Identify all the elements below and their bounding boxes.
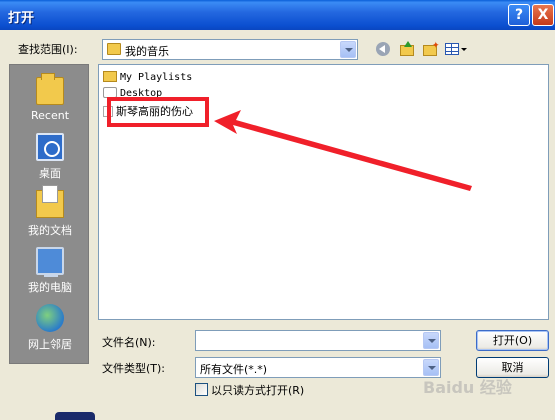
taskbar-strip: [0, 410, 555, 420]
open-button[interactable]: 打开(O): [476, 330, 549, 351]
chevron-down-icon[interactable]: [423, 332, 439, 349]
filename-label: 文件名(N):: [102, 336, 156, 349]
readonly-checkbox[interactable]: [195, 383, 208, 396]
filetype-select[interactable]: 所有文件(*.*): [195, 357, 441, 378]
filetype-label: 文件类型(T):: [102, 362, 166, 375]
filetype-value: 所有文件(*.*): [200, 363, 268, 376]
readonly-label: 以只读方式打开(R): [211, 384, 305, 397]
filename-input[interactable]: [195, 330, 441, 351]
watermark: Baidu 经验: [423, 378, 512, 397]
